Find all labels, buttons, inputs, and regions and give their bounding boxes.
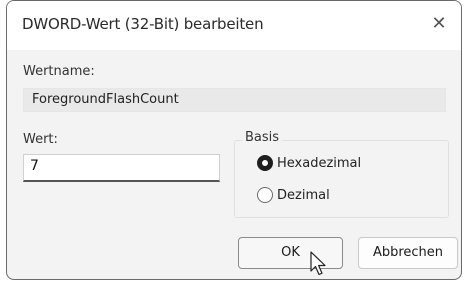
mouse-pointer-icon [310,251,326,276]
radio-decimal-label[interactable]: Dezimal [277,188,330,203]
close-icon[interactable]: ✕ [427,12,451,36]
cancel-button[interactable]: Abbrechen [358,237,458,269]
window-title: DWORD-Wert (32-Bit) bearbeiten [22,15,264,33]
radio-decimal[interactable]: Dezimal [257,187,330,203]
radio-unchecked-icon[interactable] [257,187,273,203]
dialog-body: Wertname: ForegroundFlashCount Wert: 7 B… [7,50,461,279]
title-bar: DWORD-Wert (32-Bit) bearbeiten ✕ [7,1,461,50]
edit-dword-dialog: DWORD-Wert (32-Bit) bearbeiten ✕ Wertnam… [6,0,462,280]
radio-checked-icon[interactable] [257,155,273,171]
value-name-field: ForegroundFlashCount [23,88,446,112]
radio-hexadecimal[interactable]: Hexadezimal [257,155,361,171]
value-data-label: Wert: [23,132,58,147]
radio-hexadecimal-label[interactable]: Hexadezimal [277,156,361,171]
value-data-input[interactable]: 7 [23,154,220,182]
basis-label: Basis [242,130,283,145]
value-name-label: Wertname: [23,64,95,79]
basis-group [234,140,449,218]
